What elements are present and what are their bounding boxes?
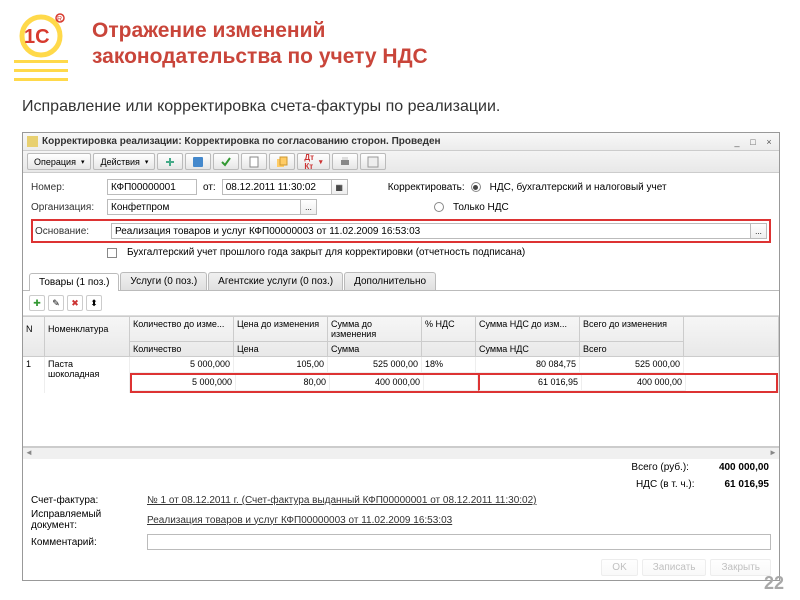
tab-goods[interactable]: Товары (1 поз.) xyxy=(29,273,119,291)
basis-select-icon[interactable]: ... xyxy=(751,223,767,239)
title-line-2: законодательства по учету НДС xyxy=(92,44,428,70)
comment-label: Комментарий: xyxy=(31,537,141,548)
tool-save-icon[interactable] xyxy=(185,153,211,170)
basis-label: Основание: xyxy=(35,226,105,237)
tool-settings-icon[interactable] xyxy=(360,153,386,170)
org-select-icon[interactable]: ... xyxy=(301,199,317,215)
h-scrollbar[interactable]: ◄► xyxy=(23,447,779,459)
total-value: 400 000,00 xyxy=(719,462,769,473)
grid-toolbar: ✚ ✎ ✖ ⬍ xyxy=(23,291,779,316)
cell-n: 1 xyxy=(23,357,45,393)
grid: N Номенклатура Количество до изме... Цен… xyxy=(23,316,779,459)
total-label: Всего (руб.): xyxy=(631,462,689,473)
ot-label: от: xyxy=(203,182,216,193)
radio-nds-label: Только НДС xyxy=(453,202,509,213)
col-vsum: Сумма НДС xyxy=(476,342,580,356)
doc-icon xyxy=(27,136,38,147)
closed-checkbox[interactable] xyxy=(107,248,117,258)
tab-agent[interactable]: Агентские услуги (0 поз.) xyxy=(208,272,343,290)
tool-basis-icon[interactable] xyxy=(269,153,295,170)
maximize-icon[interactable]: □ xyxy=(747,136,759,148)
cell-vat: 18% xyxy=(422,357,476,373)
actions-menu[interactable]: Действия xyxy=(93,153,155,170)
cell-sum-b: 525 000,00 xyxy=(328,357,422,373)
radio-nds[interactable] xyxy=(434,202,444,212)
basis-field[interactable]: Реализация товаров и услуг КФП00000003 о… xyxy=(111,223,751,239)
col-price: Цена xyxy=(234,342,328,356)
org-label: Организация: xyxy=(31,202,101,213)
window-title: Корректировка реализации: Корректировка … xyxy=(42,136,731,147)
1c-logo: 1С R xyxy=(14,12,68,58)
tool-add-icon[interactable] xyxy=(157,153,183,170)
comment-field[interactable] xyxy=(147,534,771,550)
col-tot-before: Всего до изменения xyxy=(580,317,684,342)
col-tot: Всего xyxy=(580,342,684,356)
number-field[interactable]: КФП00000001 xyxy=(107,179,197,195)
closed-label: Бухгалтерский учет прошлого года закрыт … xyxy=(127,247,525,258)
col-sum-before: Сумма до изменения xyxy=(328,317,422,342)
tabs: Товары (1 поз.) Услуги (0 поз.) Агентски… xyxy=(23,272,779,291)
vat-value: 61 016,95 xyxy=(725,479,770,490)
title-line-1: Отражение изменений xyxy=(92,18,428,44)
col-nom: Номенклатура xyxy=(45,317,130,357)
svg-text:1С: 1С xyxy=(24,26,50,48)
cell-qty-b: 5 000,000 xyxy=(130,357,234,373)
corr-label: Исправляемый документ: xyxy=(31,509,141,531)
toolbar: Операция Действия ДтКт xyxy=(23,151,779,173)
titlebar: Корректировка реализации: Корректировка … xyxy=(23,133,779,151)
cell-vsum: 61 016,95 xyxy=(478,375,582,391)
col-vat-2 xyxy=(422,342,476,356)
cell-tot-b: 525 000,00 xyxy=(580,357,684,373)
grid-add-icon[interactable]: ✚ xyxy=(29,295,45,311)
corr-link[interactable]: Реализация товаров и услуг КФП00000003 о… xyxy=(147,515,452,526)
cell-tot: 400 000,00 xyxy=(582,375,686,391)
col-sum: Сумма xyxy=(328,342,422,356)
close-icon[interactable]: × xyxy=(763,136,775,148)
close-button[interactable]: Закрыть xyxy=(710,559,771,576)
cell-qty: 5 000,000 xyxy=(132,375,236,391)
svg-text:R: R xyxy=(57,16,62,23)
grid-edit-icon[interactable]: ✎ xyxy=(48,295,64,311)
correct-label: Корректировать: xyxy=(388,182,465,193)
slide-title: Отражение изменений законодательства по … xyxy=(92,18,428,71)
tool-post-icon[interactable] xyxy=(213,153,239,170)
sf-label: Счет-фактура: xyxy=(31,495,141,506)
col-n: N xyxy=(23,317,45,357)
tool-dtkt-icon[interactable]: ДтКт xyxy=(297,153,329,170)
cell-sum: 400 000,00 xyxy=(330,375,424,391)
minimize-icon[interactable]: _ xyxy=(731,136,743,148)
save-button[interactable]: Записать xyxy=(642,559,707,576)
number-label: Номер: xyxy=(31,182,101,193)
cell-price-b: 105,00 xyxy=(234,357,328,373)
app-window: Корректировка реализации: Корректировка … xyxy=(22,132,780,581)
radio-full-label: НДС, бухгалтерский и налоговый учет xyxy=(490,182,667,193)
col-qty: Количество xyxy=(130,342,234,356)
table-row[interactable]: 1 Паста шоколадная 5 000,000 105,00 525 … xyxy=(23,357,779,393)
col-qty-before: Количество до изме... xyxy=(130,317,234,342)
slide-subtitle: Исправление или корректировка счета-факт… xyxy=(22,98,500,116)
cell-vsum-b: 80 084,75 xyxy=(476,357,580,373)
grid-fill-icon[interactable]: ⬍ xyxy=(86,295,102,311)
page-number: 22 xyxy=(764,573,784,594)
ok-button[interactable]: OK xyxy=(601,559,637,576)
sf-link[interactable]: № 1 от 08.12.2011 г. (Счет-фактура выдан… xyxy=(147,495,537,506)
col-vsum-before: Сумма НДС до изм... xyxy=(476,317,580,342)
radio-full[interactable] xyxy=(471,182,481,192)
cell-price: 80,00 xyxy=(236,375,330,391)
tool-report-icon[interactable] xyxy=(241,153,267,170)
col-vat: % НДС xyxy=(422,317,476,342)
tool-print-icon[interactable] xyxy=(332,153,358,170)
form-area: Номер: КФП00000001 от: 08.12.2011 11:30:… xyxy=(23,173,779,268)
tab-extra[interactable]: Дополнительно xyxy=(344,272,436,290)
decorative-stripes xyxy=(14,60,68,87)
operation-menu[interactable]: Операция xyxy=(27,153,91,170)
vat-label: НДС (в т. ч.): xyxy=(636,479,695,490)
date-field[interactable]: 08.12.2011 11:30:02 xyxy=(222,179,332,195)
tab-services[interactable]: Услуги (0 поз.) xyxy=(120,272,207,290)
date-picker-icon[interactable]: ▦ xyxy=(332,179,348,195)
org-field[interactable]: Конфетпром xyxy=(107,199,301,215)
cell-nom: Паста шоколадная xyxy=(45,357,130,393)
grid-del-icon[interactable]: ✖ xyxy=(67,295,83,311)
col-price-before: Цена до изменения xyxy=(234,317,328,342)
